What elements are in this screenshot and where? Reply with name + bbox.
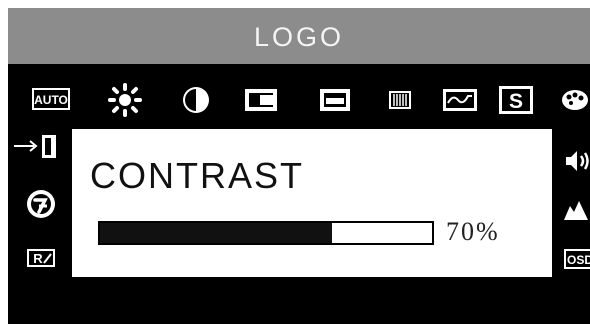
mute-icon[interactable] xyxy=(562,198,590,222)
header-bar: LOGO xyxy=(8,8,590,64)
osd-icon[interactable]: OSD xyxy=(563,248,590,270)
panel-title: CONTRAST xyxy=(90,155,304,196)
phase-icon[interactable] xyxy=(388,90,412,110)
auto-adjust-icon[interactable]: AUTO xyxy=(31,87,71,111)
contrast-slider[interactable] xyxy=(98,221,434,245)
adjustment-panel: CONTRAST 70% xyxy=(72,129,552,277)
contrast-icon[interactable] xyxy=(181,85,211,115)
recall-label: R xyxy=(33,251,43,266)
vertical-position-icon[interactable] xyxy=(318,86,352,114)
sharpness-label: S xyxy=(509,90,523,113)
osd-label: OSD xyxy=(567,253,590,267)
exit-icon[interactable] xyxy=(12,132,60,160)
color-icon[interactable] xyxy=(560,86,590,114)
recall-icon[interactable]: R xyxy=(26,248,56,268)
osd-window: LOGO AUTO S R OSD CONTRAST 70% xyxy=(8,8,590,324)
logo-title: LOGO xyxy=(253,22,345,52)
sharpness-icon[interactable]: S xyxy=(498,85,534,115)
horizontal-position-icon[interactable] xyxy=(243,86,279,114)
percentage-value: 70% xyxy=(446,217,500,246)
clock-icon[interactable] xyxy=(442,88,478,112)
auto-adjust-label: AUTO xyxy=(34,93,68,107)
volume-icon[interactable] xyxy=(564,148,590,174)
slider-fill xyxy=(100,223,333,243)
language-icon[interactable] xyxy=(25,188,57,220)
brightness-icon[interactable] xyxy=(108,83,142,117)
